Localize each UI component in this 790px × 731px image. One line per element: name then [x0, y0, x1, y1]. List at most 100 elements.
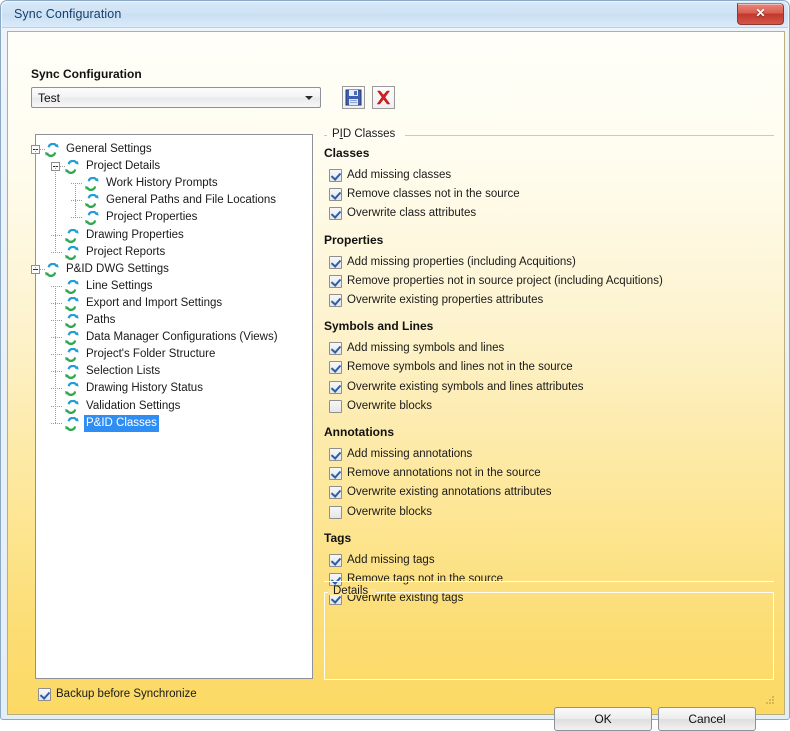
tree-item-label: Project Properties: [106, 211, 198, 224]
settings-tree[interactable]: General Settings Project Details Work Hist…: [31, 134, 313, 679]
sync-arrows-icon: [85, 211, 99, 226]
section-heading: Properties: [324, 232, 384, 247]
resize-grip-icon[interactable]: [765, 695, 775, 705]
checkbox-unchecked[interactable]: [329, 399, 342, 413]
tree-item-label: Project Details: [86, 160, 161, 173]
option-label: Overwrite blocks: [347, 505, 432, 518]
checkbox-checked[interactable]: [329, 486, 342, 500]
sync-arrows-icon: [65, 416, 79, 431]
dialog-body: Sync Configuration Test General Settings…: [7, 31, 785, 731]
checkbox-checked[interactable]: [329, 294, 342, 307]
sync-arrows-icon: [65, 331, 79, 346]
backup-before-sync-label: Backup before Synchronize: [56, 688, 197, 700]
tree-connector: [71, 183, 83, 185]
sync-arrows-icon: [65, 228, 79, 243]
option-label: Add missing properties (including Acquit…: [347, 255, 576, 268]
tree-item-label: Line Settings: [86, 279, 153, 292]
tree-connector: [51, 388, 63, 390]
option-label: Overwrite existing annotations attribute…: [347, 486, 552, 499]
checkbox-checked[interactable]: [329, 188, 342, 202]
cancel-button[interactable]: Cancel: [658, 707, 756, 731]
delete-red-x-icon: [376, 90, 391, 105]
tree-connector: [51, 251, 63, 253]
tree-connector: [51, 371, 63, 373]
ok-button[interactable]: OK: [554, 707, 652, 731]
tree-item-label: Export and Import Settings: [86, 296, 223, 309]
tree-connector: [51, 422, 63, 424]
tree-connector: [40, 149, 45, 150]
section-heading: Classes: [324, 146, 370, 160]
sync-arrows-icon: [85, 177, 99, 192]
checkbox-checked[interactable]: [329, 380, 342, 394]
tree-connector: [51, 320, 63, 321]
checkbox-checked[interactable]: [329, 274, 342, 288]
sync-configuration-dropdown[interactable]: Test: [31, 87, 321, 108]
tree-connector: [51, 337, 63, 339]
sync-arrows-icon: [65, 382, 79, 397]
title-bar[interactable]: Sync Configuration ✕: [2, 2, 788, 28]
option-label: Add missing annotations: [347, 448, 473, 460]
dialog-window: Sync Configuration ✕ Sync Configuration …: [0, 0, 790, 731]
tree-connector: [71, 217, 83, 219]
tree-connector: [60, 166, 65, 168]
tree-item-label: P&ID Classes: [84, 414, 159, 432]
tree-connector: [51, 285, 63, 287]
checkbox-unchecked[interactable]: [329, 505, 342, 519]
close-button[interactable]: ✕: [737, 3, 784, 25]
save-button[interactable]: [342, 86, 365, 109]
option-label: Add missing tags: [347, 553, 435, 566]
tree-item-label: Data Manager Configurations (Views): [86, 331, 278, 344]
sync-arrows-icon: [65, 399, 79, 414]
tree-item-label: Validation Settings: [86, 399, 181, 412]
tree-connector: [75, 183, 76, 218]
checkbox-checked[interactable]: [329, 553, 342, 567]
option-label: Remove symbols and lines not in the sour…: [347, 361, 573, 374]
sync-configuration-label: Sync Configuration: [31, 67, 142, 81]
sync-arrows-icon: [85, 194, 99, 209]
checkbox-checked[interactable]: [329, 342, 342, 356]
checkbox-checked[interactable]: [329, 361, 342, 375]
tree-item-label: Drawing History Status: [86, 382, 203, 395]
tree-item-label: Project's Folder Structure: [86, 348, 216, 361]
option-label: Remove classes not in the source: [347, 188, 520, 201]
option-label: Add missing symbols and lines: [347, 342, 505, 355]
section-heading: Tags: [324, 530, 352, 545]
tree-connector: [51, 354, 63, 356]
tree-item-label: Drawing Properties: [86, 228, 184, 241]
checkbox-checked[interactable]: [329, 207, 342, 221]
checkbox-checked[interactable]: [329, 448, 342, 461]
tree-connector: [35, 149, 36, 269]
tree-item-label: Selection Lists: [86, 365, 161, 378]
details-label: Details: [333, 585, 369, 597]
close-icon: ✕: [755, 6, 766, 20]
option-label: Overwrite existing symbols and lines att…: [347, 380, 584, 393]
checkbox-checked[interactable]: [329, 169, 342, 182]
tree-connector: [40, 268, 45, 270]
details-box: [324, 592, 774, 680]
tree-item-label: General Paths and File Locations: [106, 194, 277, 207]
section-heading: Annotations: [324, 425, 394, 439]
tree-connector: [55, 285, 56, 423]
tree-item-label: Work History Prompts: [106, 177, 218, 190]
sync-configuration-value: Test: [38, 91, 61, 105]
checkbox-checked[interactable]: [329, 467, 342, 481]
checkbox-checked[interactable]: [329, 255, 342, 269]
section-heading: Symbols and Lines: [324, 319, 434, 334]
sync-arrows-icon: [45, 262, 59, 277]
option-label: Remove properties not in source project …: [347, 274, 663, 287]
option-label: Remove annotations not in the source: [347, 467, 541, 480]
option-label: Add missing classes: [347, 169, 452, 181]
chevron-down-icon: [305, 96, 313, 100]
sync-arrows-icon: [65, 314, 79, 328]
tree-item-label: Paths: [86, 314, 116, 326]
tree-item-label: Project Reports: [86, 245, 166, 258]
sync-arrows-icon: [65, 160, 79, 175]
option-label: Overwrite class attributes: [347, 207, 477, 220]
tree-item-label: P&ID DWG Settings: [66, 262, 169, 275]
option-label: Overwrite existing properties attributes: [347, 294, 544, 306]
sync-arrows-icon: [65, 245, 79, 260]
delete-button[interactable]: [372, 86, 395, 109]
sync-arrows-icon: [45, 143, 59, 157]
sync-arrows-icon: [65, 365, 79, 380]
option-label: Overwrite blocks: [347, 399, 432, 412]
